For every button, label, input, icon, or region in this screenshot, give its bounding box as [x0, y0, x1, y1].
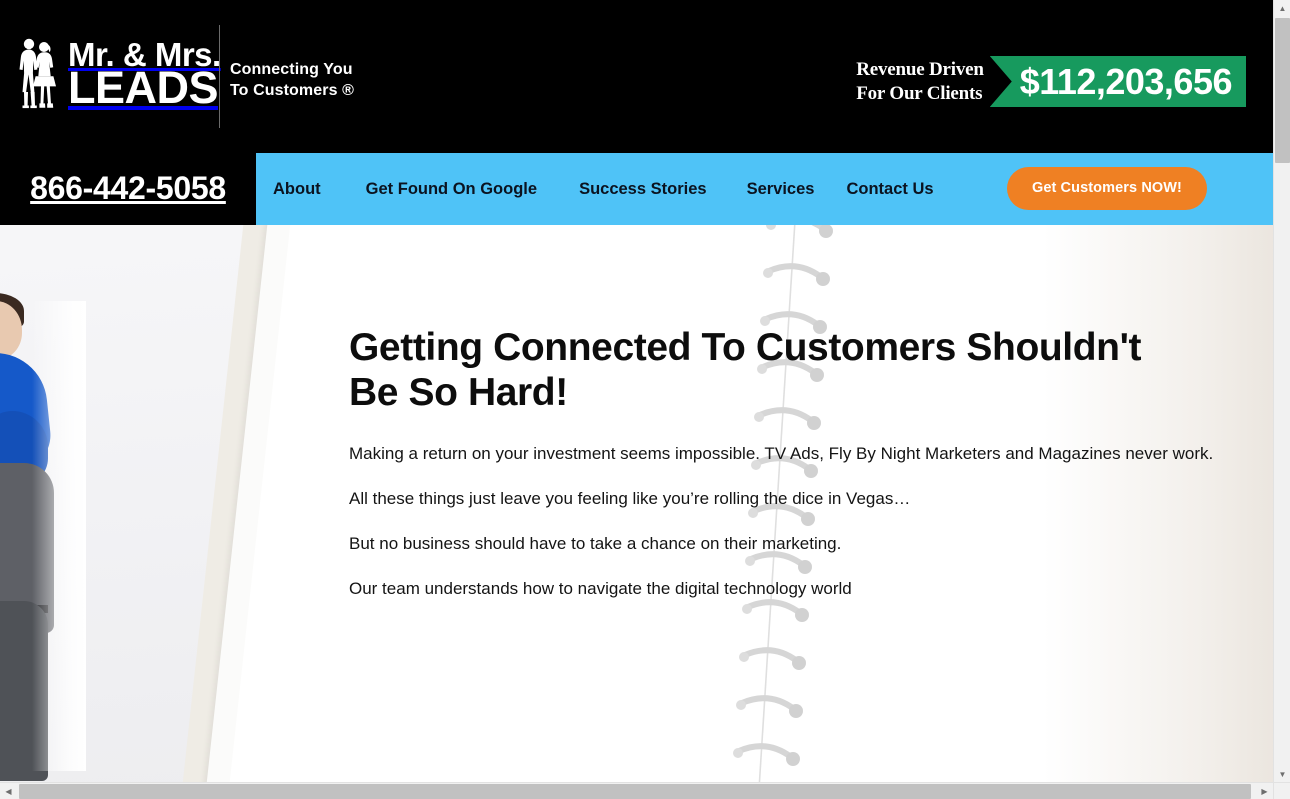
revenue-banner: Revenue Driven For Our Clients $112,203,… [856, 56, 1246, 107]
scroll-up-button[interactable]: ▲ [1274, 0, 1290, 17]
scroll-left-button[interactable]: ◀ [0, 783, 17, 799]
vertical-scrollbar-thumb[interactable] [1275, 18, 1290, 163]
browser-viewport: Mr. & Mrs. LEADS Connecting You To Custo… [0, 0, 1290, 799]
hero-content: Getting Connected To Customers Shouldn't… [349, 325, 1239, 603]
nav-item-services[interactable]: Services [747, 174, 815, 205]
hero-paragraph-1: Making a return on your investment seems… [349, 444, 1214, 464]
nav-item-contact-us[interactable]: Contact Us [846, 174, 933, 205]
nav-links: About Get Found On Google Success Storie… [256, 153, 1273, 225]
vertical-scrollbar[interactable]: ▲ ▼ [1273, 0, 1290, 783]
main-navigation: 866-442-5058 About Get Found On Google S… [0, 153, 1273, 225]
scroll-down-button[interactable]: ▼ [1274, 766, 1290, 783]
hero-title: Getting Connected To Customers Shouldn't… [349, 326, 1142, 415]
scrollbar-corner [1273, 782, 1290, 799]
hero-section: Getting Connected To Customers Shouldn't… [0, 225, 1273, 783]
site-header: Mr. & Mrs. LEADS Connecting You To Custo… [0, 0, 1273, 153]
chevron-right-icon: ▶ [1261, 786, 1268, 796]
hero-paragraph-2: All these things just leave you feeling … [349, 489, 911, 509]
revenue-label-line-1: Revenue Driven [856, 58, 984, 80]
hero-paragraph-4: Our team understands how to navigate the… [349, 579, 852, 599]
tagline-line-1: Connecting You [230, 61, 353, 78]
tagline-line-2: To Customers ® [230, 82, 355, 100]
couple-silhouette-icon [19, 38, 56, 109]
get-customers-now-button[interactable]: Get Customers NOW! [1006, 167, 1207, 210]
nav-item-get-found-on-google[interactable]: Get Found On Google [366, 174, 537, 205]
chevron-down-icon: ▼ [1278, 769, 1287, 779]
nav-item-success-stories[interactable]: Success Stories [579, 174, 707, 205]
horizontal-scrollbar[interactable]: ◀ ▶ [0, 782, 1273, 799]
chevron-left-icon: ◀ [5, 786, 12, 796]
horizontal-scrollbar-thumb[interactable] [19, 784, 1251, 799]
logo-line-2: LEADS [68, 61, 219, 113]
chevron-up-icon: ▲ [1278, 3, 1287, 13]
page-content: Mr. & Mrs. LEADS Connecting You To Custo… [0, 0, 1273, 783]
site-logo[interactable]: Mr. & Mrs. LEADS [14, 36, 221, 112]
hero-paragraph-3: But no business should have to take a ch… [349, 534, 842, 554]
nav-item-about[interactable]: About [273, 174, 321, 205]
header-divider [219, 25, 220, 128]
scroll-right-button[interactable]: ▶ [1256, 783, 1273, 799]
revenue-label: Revenue Driven For Our Clients [856, 58, 990, 106]
phone-number[interactable]: 866-442-5058 [0, 153, 256, 225]
logo-wordmark: Mr. & Mrs. LEADS [68, 38, 221, 113]
revenue-amount: $112,203,656 [989, 56, 1246, 107]
site-tagline: Connecting You To Customers ® [230, 59, 354, 101]
revenue-label-line-2: For Our Clients [856, 82, 983, 104]
